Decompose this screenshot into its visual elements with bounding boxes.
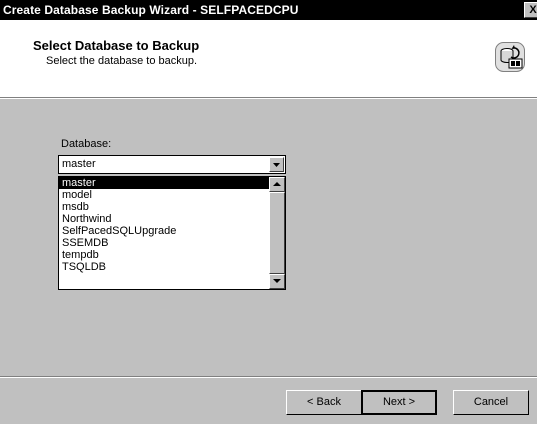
list-item[interactable]: msdb	[59, 201, 269, 213]
list-item[interactable]: TSQLDB	[59, 261, 269, 273]
list-item[interactable]: tempdb	[59, 249, 269, 261]
database-options: master model msdb Northwind SelfPacedSQL…	[59, 177, 269, 273]
database-dropdown-list[interactable]: master model msdb Northwind SelfPacedSQL…	[58, 176, 286, 290]
page-heading: Select Database to Backup	[33, 38, 200, 53]
list-item[interactable]: SelfPacedSQLUpgrade	[59, 225, 269, 237]
footer-divider-highlight	[0, 377, 537, 378]
arrow-down-icon	[273, 279, 281, 283]
chevron-down-icon	[273, 163, 280, 167]
list-item[interactable]: model	[59, 189, 269, 201]
header-divider	[0, 98, 537, 99]
list-item[interactable]: SSEMDB	[59, 237, 269, 249]
page-subheading: Select the database to backup.	[46, 55, 198, 67]
dropdown-button[interactable]	[269, 157, 284, 172]
list-item[interactable]: master	[59, 177, 269, 189]
list-item[interactable]: Northwind	[59, 213, 269, 225]
database-backup-icon	[495, 42, 525, 72]
arrow-up-icon	[273, 182, 281, 186]
wizard-header: Select Database to Backup Select the dat…	[0, 20, 537, 98]
database-label: Database:	[61, 138, 112, 150]
scroll-thumb[interactable]	[269, 192, 285, 274]
next-button[interactable]: Next >	[361, 390, 437, 415]
database-selected-value: master	[62, 158, 96, 170]
title-bar: Create Database Backup Wizard - SELFPACE…	[0, 0, 537, 20]
database-combobox[interactable]: master	[58, 155, 286, 174]
close-button[interactable]: X	[524, 2, 537, 18]
cancel-button[interactable]: Cancel	[453, 390, 529, 415]
scroll-up-button[interactable]	[269, 177, 285, 192]
vertical-scrollbar[interactable]	[269, 177, 285, 289]
window-title: Create Database Backup Wizard - SELFPACE…	[3, 3, 299, 17]
scroll-down-button[interactable]	[269, 274, 285, 289]
back-button[interactable]: < Back	[286, 390, 362, 415]
